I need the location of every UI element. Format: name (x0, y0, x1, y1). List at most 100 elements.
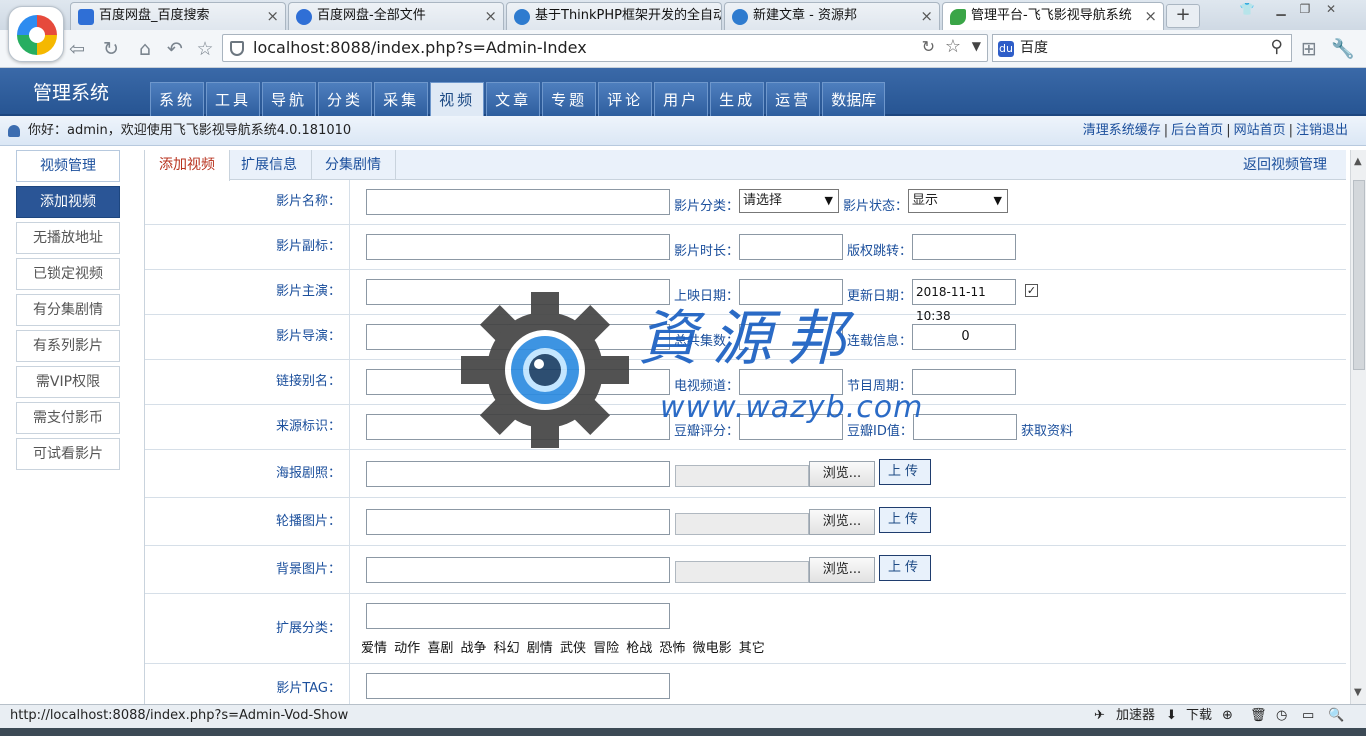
close-window-icon[interactable]: ✕ (1320, 0, 1342, 18)
background-file-field[interactable] (675, 561, 809, 583)
clear-cache-link[interactable]: 清理系统缓存 (1083, 123, 1161, 138)
screen-icon[interactable]: ▭ (1302, 705, 1314, 727)
status-select[interactable]: 显示 ▼ (908, 189, 1008, 213)
carousel-file-field[interactable] (675, 513, 809, 535)
menu-category[interactable]: 分类 (318, 82, 373, 116)
address-bar[interactable]: localhost:8088/index.php?s=Admin-Index ↻… (222, 34, 988, 62)
carousel-upload-button[interactable]: 上传 (879, 507, 931, 533)
restore-icon[interactable]: ❐ (1294, 0, 1316, 18)
sidebar-item-episodes[interactable]: 有分集剧情 (16, 294, 120, 326)
chevron-down-icon[interactable]: ▼ (972, 39, 981, 53)
genre-tag[interactable]: 恐怖 (659, 641, 685, 656)
scroll-down-icon[interactable]: ▼ (1354, 687, 1362, 698)
close-icon[interactable]: × (920, 3, 933, 29)
accelerator-button[interactable]: 加速器 (1116, 705, 1155, 727)
browser-tab[interactable]: 百度网盘-全部文件 × (288, 2, 504, 30)
browser-logo-icon[interactable] (8, 6, 64, 62)
genre-tag[interactable]: 其它 (739, 641, 765, 656)
menu-nav[interactable]: 导航 (262, 82, 317, 116)
logout-link[interactable]: 注销退出 (1296, 123, 1348, 138)
poster-file-field[interactable] (675, 465, 809, 487)
menu-operation[interactable]: 运营 (766, 82, 821, 116)
duration-input[interactable] (739, 234, 843, 260)
menu-system[interactable]: 系统 (150, 82, 205, 116)
scroll-up-icon[interactable]: ▲ (1354, 156, 1362, 167)
home-icon[interactable]: ⌂ (132, 36, 158, 62)
poster-browse-button[interactable]: 浏览... (809, 461, 875, 487)
menu-article[interactable]: 文章 (486, 82, 541, 116)
browser-tab[interactable]: 新建文章 - 资源邦 × (724, 2, 940, 30)
sidebar-item-no-play-url[interactable]: 无播放地址 (16, 222, 120, 254)
background-url-input[interactable] (366, 557, 670, 583)
poster-upload-button[interactable]: 上传 (879, 459, 931, 485)
download-button[interactable]: 下载 (1186, 705, 1212, 727)
serial-info-input[interactable]: 0 (912, 324, 1016, 350)
grid-icon[interactable]: ⊞ (1296, 36, 1322, 62)
background-upload-button[interactable]: 上传 (879, 555, 931, 581)
tab-add-video[interactable]: 添加视频 (145, 150, 230, 181)
copyright-jump-input[interactable] (912, 234, 1016, 260)
sidebar-item-vip[interactable]: 需VIP权限 (16, 366, 120, 398)
tab-episode-plot[interactable]: 分集剧情 (311, 150, 396, 180)
minimize-icon[interactable]: ▁ (1270, 0, 1292, 18)
close-icon[interactable]: × (266, 3, 279, 29)
tv-channel-input[interactable] (739, 369, 843, 395)
undo-icon[interactable]: ↶ (162, 36, 188, 62)
douban-id-input[interactable] (913, 414, 1017, 440)
update-date-input[interactable]: 2018-11-11 10:38 (912, 279, 1016, 323)
menu-tools[interactable]: 工具 (206, 82, 261, 116)
video-name-input[interactable] (366, 189, 670, 215)
browser-tab-active[interactable]: 管理平台-飞飞影视导航系统 × (942, 2, 1164, 31)
category-select[interactable]: 请选择 ▼ (739, 189, 839, 213)
total-episodes-input[interactable] (739, 324, 843, 350)
reload-icon[interactable]: ↻ (922, 37, 935, 56)
search-icon[interactable]: ⚲ (1271, 37, 1283, 57)
close-icon[interactable]: × (484, 3, 497, 29)
rocket-icon[interactable]: ✈ (1094, 705, 1105, 727)
fetch-info-link[interactable]: 获取资料 (1021, 420, 1073, 439)
star-icon[interactable]: ☆ (192, 36, 218, 62)
new-window-icon[interactable]: ⊕ (1222, 705, 1233, 727)
sidebar-item-add-video[interactable]: 添加视频 (16, 186, 120, 218)
genre-tag[interactable]: 微电影 (693, 641, 732, 656)
sidebar-item-series[interactable]: 有系列影片 (16, 330, 120, 362)
download-icon[interactable]: ⬇ (1166, 705, 1177, 727)
close-icon[interactable]: × (1144, 3, 1157, 29)
genre-tag[interactable]: 动作 (394, 641, 420, 656)
genre-tag[interactable]: 枪战 (626, 641, 652, 656)
menu-collect[interactable]: 采集 (374, 82, 429, 116)
background-browse-button[interactable]: 浏览... (809, 557, 875, 583)
back-to-video-list-link[interactable]: 返回视频管理 (1243, 150, 1327, 180)
sidebar-item-locked[interactable]: 已锁定视频 (16, 258, 120, 290)
actor-input[interactable] (366, 279, 670, 305)
new-tab-button[interactable]: + (1166, 4, 1200, 28)
source-id-input[interactable] (366, 414, 670, 440)
browser-tab[interactable]: 基于ThinkPHP框架开发的全自动 (506, 2, 722, 30)
menu-generate[interactable]: 生成 (710, 82, 765, 116)
sidebar-title[interactable]: 视频管理 (16, 150, 120, 182)
update-date-checkbox[interactable]: ✓ (1025, 284, 1038, 297)
shirt-icon[interactable]: 👕 (1236, 0, 1258, 18)
genre-tag[interactable]: 爱情 (361, 641, 387, 656)
video-tag-input[interactable] (366, 673, 670, 699)
director-input[interactable] (366, 324, 670, 350)
search-box[interactable]: du 百度 ⚲ (992, 34, 1292, 62)
sidebar-item-paid[interactable]: 需支付影币 (16, 402, 120, 434)
genre-tag[interactable]: 剧情 (527, 641, 553, 656)
back-arrow-icon[interactable]: ⇦ (64, 36, 90, 62)
clock-icon[interactable]: ◷ (1276, 705, 1287, 727)
menu-topic[interactable]: 专题 (542, 82, 597, 116)
menu-database[interactable]: 数据库 (822, 82, 886, 116)
wrench-icon[interactable]: 🔧 (1330, 36, 1356, 62)
scroll-thumb[interactable] (1353, 180, 1365, 370)
release-date-input[interactable] (739, 279, 843, 305)
zoom-icon[interactable]: 🔍 (1328, 705, 1344, 727)
subtitle-input[interactable] (366, 234, 670, 260)
carousel-url-input[interactable] (366, 509, 670, 535)
genre-tag[interactable]: 科幻 (494, 641, 520, 656)
genre-tag[interactable]: 冒险 (593, 641, 619, 656)
browser-tab[interactable]: 百度网盘_百度搜索 × (70, 2, 286, 30)
menu-comment[interactable]: 评论 (598, 82, 653, 116)
genre-tag[interactable]: 喜剧 (427, 641, 453, 656)
genre-tag[interactable]: 战争 (460, 641, 486, 656)
